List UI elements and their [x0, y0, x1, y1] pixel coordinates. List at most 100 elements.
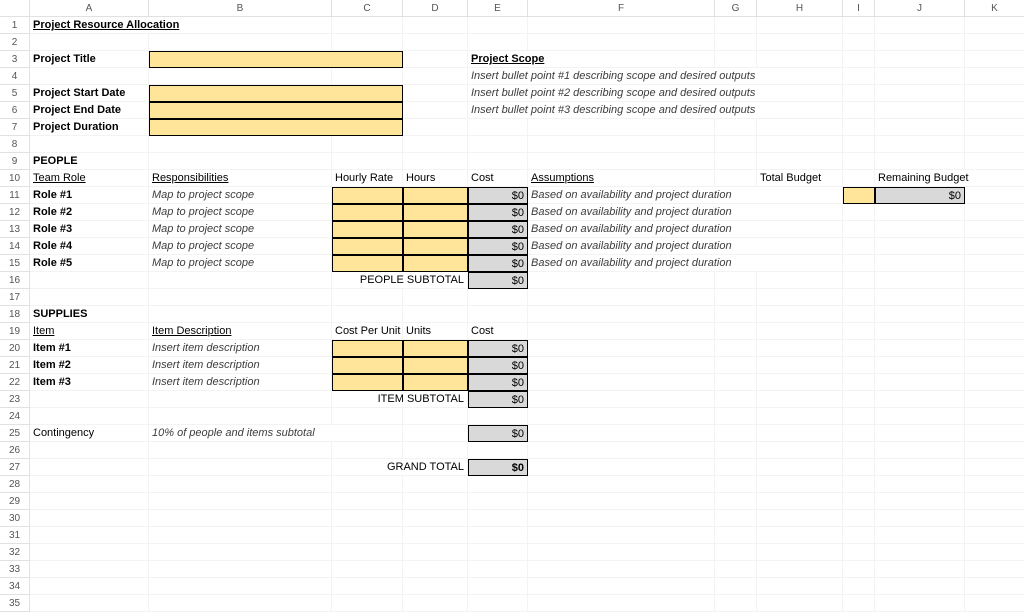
cell-5-10[interactable] [875, 85, 965, 102]
col-header-G[interactable]: G [715, 0, 757, 17]
cell-18-5[interactable] [468, 306, 528, 323]
cell-22-8[interactable] [757, 374, 843, 391]
row-header-35[interactable]: 35 [0, 595, 30, 612]
cell-34-8[interactable] [757, 578, 843, 595]
item-units-1[interactable] [403, 357, 468, 374]
cell-28-6[interactable] [528, 476, 715, 493]
cell-23-7[interactable] [715, 391, 757, 408]
cell-32-5[interactable] [468, 544, 528, 561]
cell-27-1[interactable] [30, 459, 149, 476]
cell-35-6[interactable] [528, 595, 715, 612]
row-header-5[interactable]: 5 [0, 85, 30, 102]
cell-9-7[interactable] [715, 153, 757, 170]
cell-9-2[interactable] [149, 153, 332, 170]
cell-6-4[interactable] [403, 102, 468, 119]
cell-4-1[interactable] [30, 68, 149, 85]
cell-1-5[interactable] [468, 17, 528, 34]
row-header-33[interactable]: 33 [0, 561, 30, 578]
cell-20-9[interactable] [843, 340, 875, 357]
cell-32-8[interactable] [757, 544, 843, 561]
cell-26-10[interactable] [875, 442, 965, 459]
cell-22-6[interactable] [528, 374, 715, 391]
cell-24-6[interactable] [528, 408, 715, 425]
role-rate-2[interactable] [332, 221, 403, 238]
cell-18-6[interactable] [528, 306, 715, 323]
input-project-title[interactable] [149, 51, 403, 68]
cell-18-7[interactable] [715, 306, 757, 323]
role-hours-4[interactable] [403, 255, 468, 272]
cell-35-4[interactable] [403, 595, 468, 612]
cell-7-4[interactable] [403, 119, 468, 136]
cell-2-7[interactable] [715, 34, 757, 51]
cell-32-11[interactable] [965, 544, 1024, 561]
cell-3-11[interactable] [965, 51, 1024, 68]
cell-28-8[interactable] [757, 476, 843, 493]
cell-31-9[interactable] [843, 527, 875, 544]
col-header-I[interactable]: I [843, 0, 875, 17]
cell-33-3[interactable] [332, 561, 403, 578]
cell-34-11[interactable] [965, 578, 1024, 595]
cell-33-5[interactable] [468, 561, 528, 578]
col-header-A[interactable]: A [30, 0, 149, 17]
cell-26-9[interactable] [843, 442, 875, 459]
row-header-26[interactable]: 26 [0, 442, 30, 459]
cell-35-8[interactable] [757, 595, 843, 612]
cell-35-1[interactable] [30, 595, 149, 612]
cell-32-4[interactable] [403, 544, 468, 561]
cell-8-2[interactable] [149, 136, 332, 153]
select-all-cell[interactable] [0, 0, 30, 17]
cell-24-9[interactable] [843, 408, 875, 425]
cell-33-7[interactable] [715, 561, 757, 578]
cell-17-10[interactable] [875, 289, 965, 306]
cell-4-2[interactable] [149, 68, 332, 85]
row-header-24[interactable]: 24 [0, 408, 30, 425]
cell-24-10[interactable] [875, 408, 965, 425]
cell-34-9[interactable] [843, 578, 875, 595]
cell-1-9[interactable] [843, 17, 875, 34]
cell-29-11[interactable] [965, 493, 1024, 510]
cell-29-1[interactable] [30, 493, 149, 510]
cell-17-5[interactable] [468, 289, 528, 306]
col-header-F[interactable]: F [528, 0, 715, 17]
cell-34-3[interactable] [332, 578, 403, 595]
cell-1-8[interactable] [757, 17, 843, 34]
cell-10-7[interactable] [715, 170, 757, 187]
cell-35-2[interactable] [149, 595, 332, 612]
cell-29-9[interactable] [843, 493, 875, 510]
cell-16-2[interactable] [149, 272, 332, 289]
cell-4-4[interactable] [403, 68, 468, 85]
cell-21-11[interactable] [965, 357, 1024, 374]
cell-14-11[interactable] [965, 238, 1024, 255]
item-cpu-0[interactable] [332, 340, 403, 357]
cell-24-5[interactable] [468, 408, 528, 425]
cell-1-3[interactable] [332, 17, 403, 34]
cell-1-10[interactable] [875, 17, 965, 34]
cell-25-8[interactable] [757, 425, 843, 442]
cell-23-1[interactable] [30, 391, 149, 408]
row-header-21[interactable]: 21 [0, 357, 30, 374]
cell-26-6[interactable] [528, 442, 715, 459]
cell-5-9[interactable] [843, 85, 875, 102]
cell-28-2[interactable] [149, 476, 332, 493]
cell-3-10[interactable] [875, 51, 965, 68]
cell-31-3[interactable] [332, 527, 403, 544]
cell-8-3[interactable] [332, 136, 403, 153]
cell-23-8[interactable] [757, 391, 843, 408]
cell-34-1[interactable] [30, 578, 149, 595]
cell-13-9[interactable] [843, 221, 875, 238]
cell-6-11[interactable] [965, 102, 1024, 119]
cell-23-9[interactable] [843, 391, 875, 408]
cell-22-10[interactable] [875, 374, 965, 391]
row-header-25[interactable]: 25 [0, 425, 30, 442]
cell-1-6[interactable] [528, 17, 715, 34]
cell-19-11[interactable] [965, 323, 1024, 340]
cell-27-2[interactable] [149, 459, 332, 476]
cell-30-5[interactable] [468, 510, 528, 527]
cell-6-9[interactable] [843, 102, 875, 119]
cell-32-9[interactable] [843, 544, 875, 561]
cell-12-10[interactable] [875, 204, 965, 221]
cell-25-10[interactable] [875, 425, 965, 442]
cell-34-5[interactable] [468, 578, 528, 595]
cell-30-4[interactable] [403, 510, 468, 527]
cell-31-2[interactable] [149, 527, 332, 544]
